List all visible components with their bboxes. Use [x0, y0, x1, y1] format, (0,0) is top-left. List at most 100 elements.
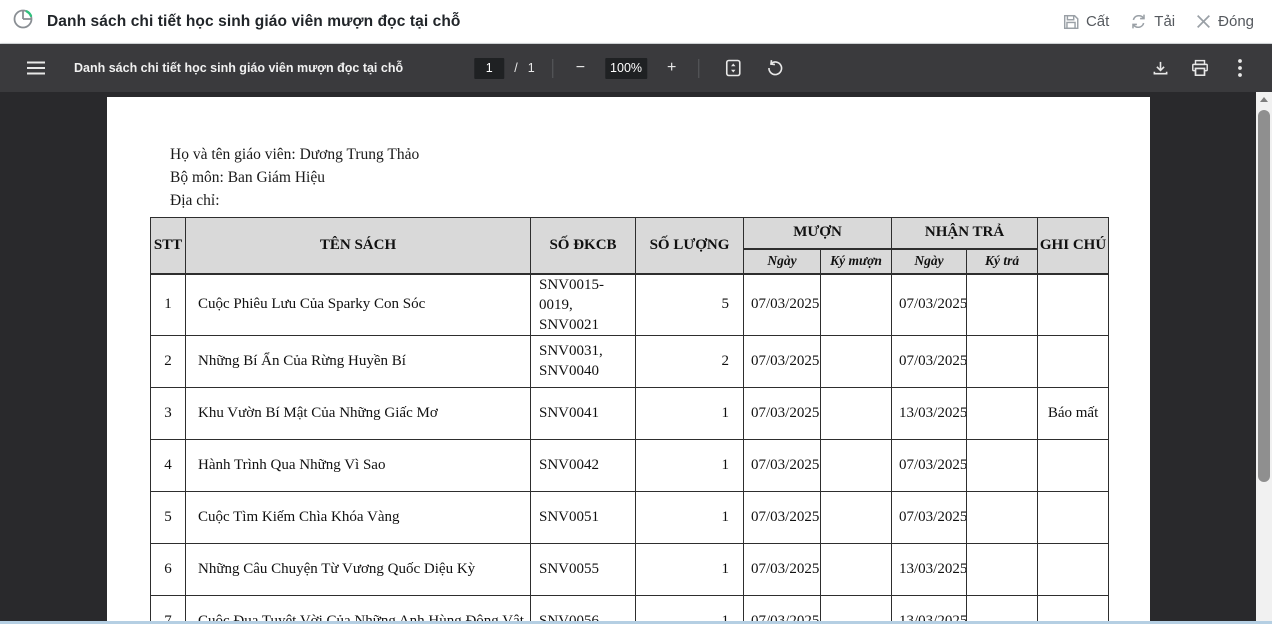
page-number-input[interactable]: 1 [474, 57, 505, 79]
app-bar: Danh sách chi tiết học sinh giáo viên mư… [0, 0, 1272, 44]
cell-so-dkcb: SNV0051 [530, 490, 636, 544]
cell-ngay-tra: 07/03/2025 [891, 490, 968, 544]
cell-ngay-muon: 07/03/2025 [743, 490, 821, 544]
save-button-label: Cất [1085, 13, 1110, 30]
table-row: 3 Khu Vườn Bí Mật Của Những Giấc Mơ SNV0… [150, 386, 1110, 440]
col-header-muon: MƯỢN [742, 217, 893, 250]
cell-ghi-chu: Báo mất [1037, 386, 1110, 440]
save-button[interactable]: Cất [1062, 13, 1109, 31]
col-header-so-dkcb: SỐ ĐKCB [530, 217, 636, 275]
reload-button-label: Tải [1154, 13, 1176, 30]
cell-stt: 6 [150, 542, 186, 596]
table-row: 7 Cuộc Đua Tuyệt Vời Của Những Anh Hùng … [150, 594, 1110, 624]
pdf-toolbar: Danh sách chi tiết học sinh giáo viên mư… [0, 44, 1272, 92]
cell-so-dkcb: SNV0015-0019, SNV0021 [530, 273, 636, 336]
cell-ten-sach: Hành Trình Qua Những Vì Sao [185, 438, 531, 492]
cell-ngay-muon: 07/03/2025 [743, 594, 821, 624]
col-header-so-luong: SỐ LƯỢNG [635, 217, 744, 275]
pdf-page: Họ và tên giáo viên: Dương Trung Thảo Bộ… [107, 97, 1150, 624]
subcol-ky-tra: Ký trả [966, 248, 1039, 275]
cell-ngay-muon: 07/03/2025 [743, 334, 821, 388]
cell-ghi-chu [1037, 438, 1110, 492]
cell-so-luong: 1 [635, 594, 744, 624]
close-icon [1195, 13, 1212, 30]
pdf-viewer: Họ và tên giáo viên: Dương Trung Thảo Bộ… [0, 92, 1272, 624]
cell-so-luong: 1 [635, 386, 744, 440]
cell-stt: 2 [150, 334, 186, 388]
close-button[interactable]: Đóng [1195, 13, 1254, 30]
cell-ten-sach: Cuộc Đua Tuyệt Vời Của Những Anh Hùng Độ… [185, 594, 531, 624]
more-options-icon[interactable] [1224, 52, 1256, 84]
cell-so-luong: 1 [635, 490, 744, 544]
cell-ngay-tra: 13/03/2025 [891, 386, 968, 440]
cell-ten-sach: Những Bí Ẩn Của Rừng Huyền Bí [185, 334, 531, 388]
table-row: 5 Cuộc Tìm Kiếm Chìa Khóa Vàng SNV0051 1… [150, 490, 1110, 544]
cell-ghi-chu [1037, 594, 1110, 624]
menu-icon[interactable] [20, 52, 52, 84]
col-header-nhan-tra: NHẬN TRẢ [891, 217, 1039, 250]
borrow-detail-table: STT TÊN SÁCH SỐ ĐKCB SỐ LƯỢNG MƯỢN NHẬN … [150, 217, 1110, 624]
cell-ky-muon [819, 273, 893, 336]
cell-ky-muon [819, 542, 893, 596]
cell-ky-tra [966, 490, 1039, 544]
cell-ten-sach: Những Câu Chuyện Từ Vương Quốc Diệu Kỳ [185, 542, 531, 596]
page-separator: / [514, 61, 518, 75]
cell-so-luong: 1 [635, 542, 744, 596]
cell-ky-tra [966, 438, 1039, 492]
table-row: 1 Cuộc Phiêu Lưu Của Sparky Con Sóc SNV0… [150, 273, 1110, 336]
cell-ngay-muon: 07/03/2025 [743, 438, 821, 492]
cell-stt: 4 [150, 438, 186, 492]
page-title: Danh sách chi tiết học sinh giáo viên mư… [47, 12, 461, 30]
pdf-document-title: Danh sách chi tiết học sinh giáo viên mư… [74, 61, 404, 75]
cell-so-dkcb: SNV0031, SNV0040 [530, 334, 636, 388]
cell-ngay-muon: 07/03/2025 [743, 542, 821, 596]
cell-ky-muon [819, 334, 893, 388]
zoom-in-button[interactable]: + [663, 60, 680, 76]
cell-ghi-chu [1037, 490, 1110, 544]
scroll-up-arrow[interactable] [1256, 92, 1272, 106]
download-icon[interactable] [1144, 52, 1176, 84]
cell-ngay-tra: 13/03/2025 [891, 594, 968, 624]
zoom-out-button[interactable]: − [572, 60, 589, 76]
toolbar-divider [552, 58, 554, 78]
cell-ngay-tra: 13/03/2025 [891, 542, 968, 596]
fit-page-icon[interactable] [717, 52, 749, 84]
cell-ghi-chu [1037, 334, 1110, 388]
cell-ky-tra [966, 542, 1039, 596]
vertical-scrollbar[interactable] [1256, 92, 1272, 624]
close-button-label: Đóng [1218, 13, 1254, 30]
cell-ghi-chu [1037, 542, 1110, 596]
zoom-level: 100% [605, 57, 648, 79]
cell-ky-tra [966, 386, 1039, 440]
cell-stt: 1 [150, 273, 186, 336]
col-header-ghi-chu: GHI CHÚ [1037, 217, 1110, 275]
reload-button[interactable]: Tải [1129, 12, 1175, 31]
cell-stt: 5 [150, 490, 186, 544]
print-icon[interactable] [1184, 52, 1216, 84]
subject-line: Bộ môn: Ban Giám Hiệu [170, 169, 325, 186]
col-header-stt: STT [150, 217, 186, 275]
cell-ten-sach: Khu Vườn Bí Mật Của Những Giấc Mơ [185, 386, 531, 440]
cell-ngay-tra: 07/03/2025 [891, 273, 968, 336]
scrollbar-thumb[interactable] [1258, 110, 1270, 482]
page-total: 1 [527, 61, 535, 75]
col-header-ten-sach: TÊN SÁCH [185, 217, 531, 275]
cell-so-dkcb: SNV0042 [530, 438, 636, 492]
cell-so-dkcb: SNV0056 [530, 594, 636, 624]
cell-ky-muon [819, 594, 893, 624]
subcol-ngay-muon: Ngày [743, 248, 821, 275]
cell-ngay-tra: 07/03/2025 [891, 334, 968, 388]
toolbar-divider [698, 58, 700, 78]
cell-ngay-tra: 07/03/2025 [891, 438, 968, 492]
cell-ky-tra [966, 273, 1039, 336]
cell-so-luong: 2 [635, 334, 744, 388]
cell-ghi-chu [1037, 273, 1110, 336]
cell-ten-sach: Cuộc Phiêu Lưu Của Sparky Con Sóc [185, 273, 531, 336]
rotate-icon[interactable] [759, 52, 791, 84]
cell-stt: 7 [150, 594, 186, 624]
cell-ky-tra [966, 594, 1039, 624]
cell-so-luong: 1 [635, 438, 744, 492]
cell-so-dkcb: SNV0041 [530, 386, 636, 440]
teacher-name-line: Họ và tên giáo viên: Dương Trung Thảo [170, 146, 420, 163]
address-line: Địa chỉ: [170, 192, 220, 209]
